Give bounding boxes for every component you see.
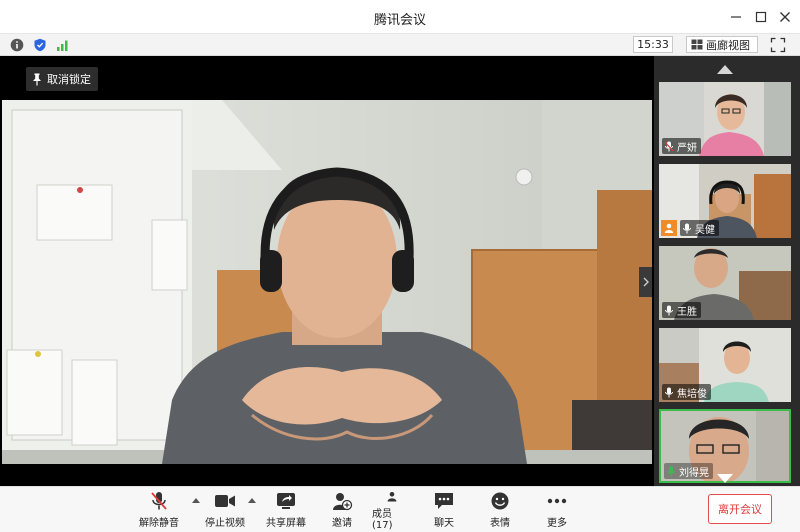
mic-icon bbox=[665, 387, 673, 397]
minimize-button[interactable] bbox=[725, 6, 747, 28]
main-video[interactable] bbox=[2, 100, 652, 464]
video-options-caret[interactable] bbox=[248, 498, 256, 503]
gallery-view-icon bbox=[691, 39, 703, 50]
stop-video-label: 停止视频 bbox=[205, 518, 245, 529]
chat-bubble-icon bbox=[435, 493, 453, 509]
smiley-icon bbox=[491, 492, 509, 510]
mic-icon bbox=[665, 305, 673, 315]
share-screen-label: 共享屏幕 bbox=[266, 518, 306, 529]
more-button[interactable]: 更多 bbox=[543, 491, 571, 531]
collapse-panel-button[interactable] bbox=[639, 267, 652, 297]
minimize-icon bbox=[731, 16, 741, 18]
members-label: 成员(17) bbox=[372, 509, 393, 531]
participant-label: 严妍 bbox=[662, 138, 701, 154]
members-icon bbox=[387, 491, 397, 502]
status-bar: 15:33 画廊视图 bbox=[0, 34, 800, 56]
invite-label: 邀请 bbox=[332, 518, 352, 529]
audio-options-caret[interactable] bbox=[192, 498, 200, 503]
leave-meeting-button[interactable]: 离开会议 bbox=[708, 494, 772, 524]
participant-tile[interactable]: 刘得晃 bbox=[659, 409, 791, 483]
fullscreen-icon[interactable] bbox=[770, 37, 786, 53]
mic-icon bbox=[683, 223, 691, 233]
participant-label: 王胜 bbox=[662, 302, 701, 318]
invite-user-icon bbox=[333, 493, 353, 511]
participant-label: 焦培俊 bbox=[662, 384, 711, 400]
user-icon bbox=[664, 223, 674, 233]
chevron-right-icon bbox=[643, 277, 649, 287]
unpin-button[interactable]: 取消锁定 bbox=[26, 67, 98, 91]
stop-video-button[interactable]: 停止视频 bbox=[202, 491, 248, 531]
security-shield-icon[interactable] bbox=[33, 38, 47, 52]
invite-button[interactable]: 邀请 bbox=[328, 491, 356, 531]
unpin-label: 取消锁定 bbox=[47, 73, 91, 86]
window-title: 腾讯会议 bbox=[373, 13, 426, 28]
participant-name: 刘得晃 bbox=[679, 467, 709, 479]
unmute-button[interactable]: 解除静音 bbox=[136, 491, 182, 531]
participant-name: 焦培俊 bbox=[677, 388, 707, 400]
participant-name: 王胜 bbox=[677, 306, 697, 318]
scroll-up-button[interactable] bbox=[717, 65, 733, 74]
main-video-stage: 取消锁定 bbox=[0, 56, 654, 486]
close-button[interactable] bbox=[774, 6, 796, 28]
mic-muted-icon bbox=[664, 141, 674, 151]
more-dots-icon bbox=[547, 498, 567, 504]
title-bar: 腾讯会议 bbox=[0, 0, 800, 34]
more-label: 更多 bbox=[547, 518, 567, 529]
participant-label: 吴健 bbox=[680, 220, 719, 236]
meeting-time: 15:33 bbox=[633, 36, 673, 53]
mic-muted-icon bbox=[151, 492, 167, 510]
mic-active-icon bbox=[667, 466, 675, 476]
participant-strip: 严妍 吴健 王胜 焦培俊 刘得晃 bbox=[654, 56, 800, 486]
share-screen-button[interactable]: 共享屏幕 bbox=[264, 491, 308, 531]
participant-name: 严妍 bbox=[677, 142, 697, 154]
pin-icon bbox=[33, 73, 41, 85]
info-icon[interactable] bbox=[10, 38, 24, 52]
main-video-frame bbox=[2, 100, 652, 464]
reactions-label: 表情 bbox=[490, 518, 510, 529]
signal-strength-icon[interactable] bbox=[56, 38, 70, 52]
unmute-label: 解除静音 bbox=[139, 518, 179, 529]
maximize-button[interactable] bbox=[750, 6, 772, 28]
chat-label: 聊天 bbox=[434, 518, 454, 529]
host-badge bbox=[661, 220, 677, 236]
video-camera-icon bbox=[215, 495, 235, 507]
participant-tile[interactable]: 王胜 bbox=[659, 246, 791, 320]
participant-tile[interactable]: 吴健 bbox=[659, 164, 791, 238]
close-icon bbox=[780, 12, 790, 22]
share-screen-icon bbox=[277, 493, 295, 509]
meeting-toolbar: 解除静音 停止视频 共享屏幕 邀请 成员(17) 聊天 表情 更多 离开会议 bbox=[0, 486, 800, 532]
participant-video bbox=[659, 164, 791, 238]
gallery-view-label: 画廊视图 bbox=[706, 38, 750, 52]
participant-label: 刘得晃 bbox=[664, 463, 713, 479]
participant-name: 吴健 bbox=[695, 224, 715, 236]
chat-button[interactable]: 聊天 bbox=[430, 491, 458, 531]
participant-tile[interactable]: 严妍 bbox=[659, 82, 791, 156]
reactions-button[interactable]: 表情 bbox=[486, 491, 514, 531]
members-button[interactable]: 成员(17) bbox=[372, 491, 412, 531]
participant-tile[interactable]: 焦培俊 bbox=[659, 328, 791, 402]
gallery-view-button[interactable]: 画廊视图 bbox=[686, 36, 758, 53]
scroll-down-button[interactable] bbox=[717, 474, 733, 483]
maximize-icon bbox=[755, 11, 767, 23]
